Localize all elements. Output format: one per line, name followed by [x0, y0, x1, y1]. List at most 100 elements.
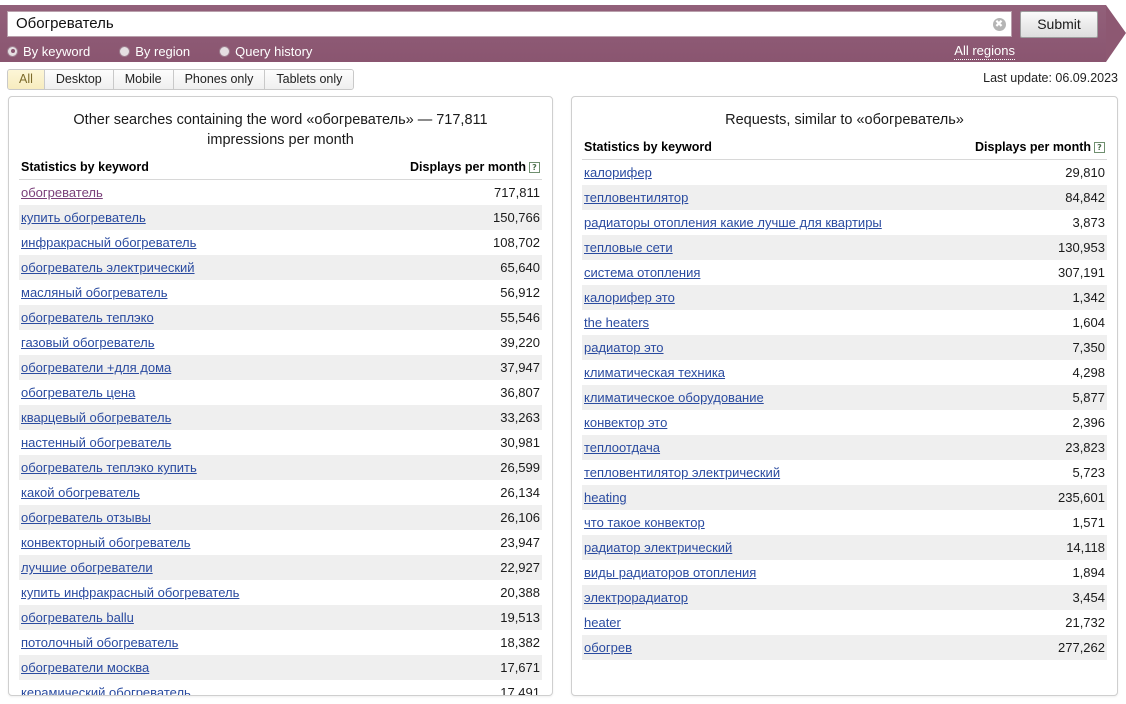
- table-row: что такое конвектор 1,571: [582, 510, 1107, 535]
- radio-by-region[interactable]: By region: [119, 44, 190, 59]
- keyword-link[interactable]: что такое конвектор: [584, 515, 705, 530]
- keyword-link[interactable]: обогреватели +для дома: [21, 360, 171, 375]
- results-panels: Other searches containing the word «обог…: [0, 96, 1126, 696]
- help-question-icon[interactable]: ?: [1094, 142, 1105, 153]
- displays-cell: 65,640: [500, 260, 540, 275]
- keyword-link[interactable]: какой обогреватель: [21, 485, 140, 500]
- column-displays-label: Displays per month: [410, 160, 526, 174]
- column-keyword: Statistics by keyword: [582, 140, 960, 160]
- table-row: купить обогреватель 150,766: [19, 205, 542, 230]
- displays-cell: 19,513: [500, 610, 540, 625]
- keyword-link[interactable]: масляный обогреватель: [21, 285, 167, 300]
- table-row: обогреватели москва 17,671: [19, 655, 542, 680]
- keyword-link[interactable]: радиатор электрический: [584, 540, 732, 555]
- keyword-cell: виды радиаторов отопления: [582, 560, 960, 585]
- displays-cell: 20,388: [500, 585, 540, 600]
- keyword-link[interactable]: обогрев: [584, 640, 632, 655]
- radio-query-history[interactable]: Query history: [219, 44, 312, 59]
- keyword-link[interactable]: обогреватель цена: [21, 385, 135, 400]
- keyword-link[interactable]: тепловые сети: [584, 240, 673, 255]
- displays-cell: 23,947: [500, 535, 540, 550]
- keyword-link[interactable]: heating: [584, 490, 627, 505]
- table-row: the heaters 1,604: [582, 310, 1107, 335]
- keyword-link[interactable]: настенный обогреватель: [21, 435, 171, 450]
- tab-desktop[interactable]: Desktop: [44, 70, 114, 89]
- tab-tablets-only[interactable]: Tablets only: [265, 70, 354, 89]
- keyword-cell: обогрев: [582, 635, 960, 660]
- keyword-link[interactable]: калорифер это: [584, 290, 675, 305]
- keyword-cell: потолочный обогреватель: [19, 630, 396, 655]
- keyword-link[interactable]: инфракрасный обогреватель: [21, 235, 196, 250]
- keyword-link[interactable]: купить обогреватель: [21, 210, 146, 225]
- keyword-cell: электрорадиатор: [582, 585, 960, 610]
- search-header: ✖ Submit By keyword By region Query hist…: [0, 0, 1126, 62]
- keyword-link[interactable]: обогреватель теплэко: [21, 310, 154, 325]
- keyword-link[interactable]: виды радиаторов отопления: [584, 565, 756, 580]
- keyword-link[interactable]: газовый обогреватель: [21, 335, 155, 350]
- keyword-link[interactable]: система отопления: [584, 265, 700, 280]
- displays-cell: 26,106: [500, 510, 540, 525]
- keyword-link[interactable]: климатическая техника: [584, 365, 725, 380]
- keyword-link[interactable]: конвектор это: [584, 415, 667, 430]
- keyword-link[interactable]: обогреватель ballu: [21, 610, 134, 625]
- help-question-icon[interactable]: ?: [529, 162, 540, 173]
- keyword-link[interactable]: обогреватели москва: [21, 660, 149, 675]
- keyword-link[interactable]: климатическое оборудование: [584, 390, 764, 405]
- keyword-link[interactable]: теплоотдача: [584, 440, 660, 455]
- keyword-cell: обогреватели москва: [19, 655, 396, 680]
- tab-mobile[interactable]: Mobile: [113, 70, 174, 89]
- left-results-panel: Other searches containing the word «обог…: [8, 96, 553, 696]
- radio-unselected-icon: [119, 45, 131, 57]
- keyword-link[interactable]: калорифер: [584, 165, 652, 180]
- keyword-cell: что такое конвектор: [582, 510, 960, 535]
- tab-all[interactable]: All: [8, 70, 45, 89]
- keyword-cell: радиаторы отопления какие лучше для квар…: [582, 210, 960, 235]
- keyword-link[interactable]: конвекторный обогреватель: [21, 535, 191, 550]
- right-results-panel: Requests, similar to «обогреватель» Stat…: [571, 96, 1118, 696]
- table-row: heating 235,601: [582, 485, 1107, 510]
- displays-cell: 30,981: [500, 435, 540, 450]
- submit-button[interactable]: Submit: [1020, 10, 1098, 38]
- table-row: кварцевый обогреватель 33,263: [19, 405, 542, 430]
- keyword-link[interactable]: обогреватель отзывы: [21, 510, 151, 525]
- keyword-link[interactable]: потолочный обогреватель: [21, 635, 178, 650]
- search-field[interactable]: ✖: [7, 11, 1012, 37]
- keyword-link[interactable]: кварцевый обогреватель: [21, 410, 171, 425]
- keyword-link[interactable]: радиаторы отопления какие лучше для квар…: [584, 215, 882, 230]
- table-row: калорифер это 1,342: [582, 285, 1107, 310]
- all-regions-link[interactable]: All regions: [954, 43, 1015, 60]
- device-tabs: All Desktop Mobile Phones only Tablets o…: [7, 69, 355, 90]
- keyword-link[interactable]: радиатор это: [584, 340, 664, 355]
- keyword-link[interactable]: тепловентилятор: [584, 190, 688, 205]
- keyword-cell: радиатор электрический: [582, 535, 960, 560]
- table-row: обогреватель 717,811: [19, 179, 542, 206]
- displays-cell: 29,810: [1065, 165, 1105, 180]
- tab-phones-only[interactable]: Phones only: [173, 70, 266, 89]
- keyword-link[interactable]: heater: [584, 615, 621, 630]
- keyword-cell: газовый обогреватель: [19, 330, 396, 355]
- keyword-cell: конвектор это: [582, 410, 960, 435]
- keyword-link[interactable]: электрорадиатор: [584, 590, 688, 605]
- keyword-link[interactable]: обогреватель теплэко купить: [21, 460, 197, 475]
- table-row: какой обогреватель 26,134: [19, 480, 542, 505]
- keyword-link[interactable]: the heaters: [584, 315, 649, 330]
- search-input[interactable]: [8, 12, 989, 36]
- keyword-cell: какой обогреватель: [19, 480, 396, 505]
- displays-cell: 1,894: [1072, 565, 1105, 580]
- clear-circle-icon[interactable]: ✖: [989, 11, 1009, 37]
- keyword-cell: купить обогреватель: [19, 205, 396, 230]
- keyword-cell: heating: [582, 485, 960, 510]
- table-row: керамический обогреватель 17,491: [19, 680, 542, 695]
- table-row: настенный обогреватель 30,981: [19, 430, 542, 455]
- radio-by-keyword[interactable]: By keyword: [7, 44, 90, 59]
- table-row: радиатор электрический 14,118: [582, 535, 1107, 560]
- keyword-link[interactable]: тепловентилятор электрический: [584, 465, 780, 480]
- keyword-link[interactable]: керамический обогреватель: [21, 685, 191, 695]
- keyword-cell: обогреватель: [19, 180, 396, 206]
- keyword-link[interactable]: лучшие обогреватели: [21, 560, 153, 575]
- keyword-link[interactable]: купить инфракрасный обогреватель: [21, 585, 239, 600]
- keyword-link[interactable]: обогреватель электрический: [21, 260, 195, 275]
- table-row: тепловентилятор электрический 5,723: [582, 460, 1107, 485]
- keyword-link[interactable]: обогреватель: [21, 185, 103, 200]
- keyword-cell: климатическое оборудование: [582, 385, 960, 410]
